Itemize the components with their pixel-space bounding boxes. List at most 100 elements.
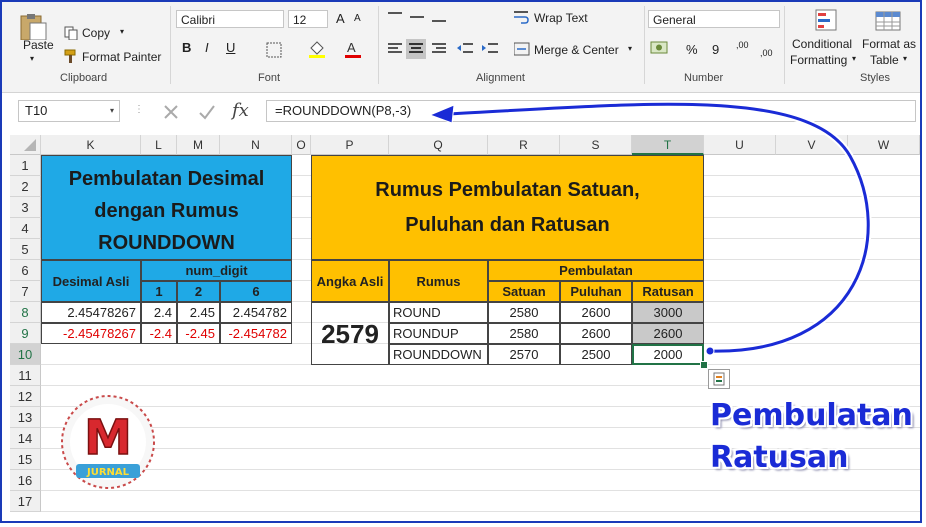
align-left-icon[interactable] (388, 42, 404, 59)
desimal-asli-header: Desimal Asli (41, 260, 141, 302)
merge-center-button[interactable]: Merge & Center (534, 43, 619, 57)
ribbon-separator (378, 6, 379, 84)
digit-header-6: 6 (220, 281, 292, 302)
name-box-dropdown-icon[interactable]: ▾ (110, 106, 114, 115)
column-header-p[interactable]: P (311, 135, 389, 155)
font-name-select[interactable]: Calibri (176, 10, 284, 28)
format-as-table-button-line2[interactable]: Table (870, 53, 899, 67)
insert-function-button[interactable]: fx (232, 100, 249, 121)
number-format-select[interactable]: General (648, 10, 780, 28)
table-cell[interactable]: -2.4 (141, 323, 177, 344)
paste-button[interactable]: Paste (23, 38, 54, 52)
select-all-corner[interactable] (10, 135, 41, 155)
row-header-13[interactable]: 13 (10, 407, 41, 428)
callout-line-1: Pembulatan (710, 398, 913, 433)
format-as-table-icon (874, 8, 904, 35)
conditional-formatting-button[interactable]: Conditional (792, 37, 852, 51)
align-top-icon[interactable] (388, 10, 448, 29)
table-cell[interactable]: 2.4 (141, 302, 177, 323)
align-right-icon[interactable] (432, 42, 448, 59)
svg-text:A: A (347, 40, 356, 55)
align-center-icon[interactable] (406, 39, 426, 59)
decrease-decimal-button[interactable]: ,00 (760, 48, 773, 58)
increase-decimal-button[interactable]: ,00 (736, 40, 749, 50)
column-header-k[interactable]: K (41, 135, 141, 155)
row-header-4[interactable]: 4 (10, 218, 41, 239)
copy-button[interactable]: Copy (82, 26, 110, 40)
copy-dropdown-icon[interactable]: ▾ (120, 27, 124, 36)
paste-icon[interactable] (16, 14, 50, 41)
ribbon-separator (644, 6, 645, 84)
num-digit-header: num_digit (141, 260, 292, 281)
conditional-formatting-button-line2[interactable]: Formatting (790, 53, 847, 67)
wrap-text-button[interactable]: Wrap Text (534, 11, 588, 25)
styles-group-label: Styles (860, 72, 890, 84)
left-title-line-3: ROUNDDOWN (98, 232, 235, 254)
row-header-6[interactable]: 6 (10, 260, 41, 281)
logo-text: JURNAL (86, 467, 130, 478)
borders-icon[interactable] (266, 42, 282, 61)
annotation-arrow-icon (428, 100, 872, 356)
accounting-format-icon[interactable] (650, 40, 674, 61)
formula-bar-grip-icon: ⋮ (134, 104, 144, 115)
underline-button[interactable]: U (226, 40, 235, 55)
shrink-font-button[interactable]: A (354, 13, 361, 24)
name-box[interactable]: T10 (18, 100, 120, 122)
column-header-o[interactable]: O (292, 135, 311, 155)
row-header-12[interactable]: 12 (10, 386, 41, 407)
row-header-1[interactable]: 1 (10, 155, 41, 176)
table-cell[interactable]: -2.45478267 (41, 323, 141, 344)
copy-icon (64, 26, 78, 43)
row-header-16[interactable]: 16 (10, 470, 41, 491)
cancel-icon[interactable] (162, 103, 180, 121)
row-header-2[interactable]: 2 (10, 176, 41, 197)
quick-analysis-icon[interactable] (708, 369, 730, 389)
decrease-indent-icon[interactable] (457, 42, 473, 59)
conditional-dropdown-icon[interactable]: ▾ (852, 54, 856, 63)
row-header-17[interactable]: 17 (10, 491, 41, 512)
row-header-11[interactable]: 11 (10, 365, 41, 386)
format-painter-button[interactable]: Format Painter (82, 50, 161, 64)
left-title-line-2: dengan Rumus (94, 200, 239, 222)
conditional-formatting-icon (814, 8, 840, 35)
bold-button[interactable]: B (182, 40, 191, 55)
row-header-15[interactable]: 15 (10, 449, 41, 470)
left-table-title: Pembulatan Desimal dengan Rumus ROUNDDOW… (41, 155, 292, 260)
italic-button[interactable]: I (205, 40, 209, 55)
fill-color-icon[interactable] (308, 40, 326, 61)
format-as-table-button[interactable]: Format as (862, 37, 916, 51)
angka-asli-value[interactable]: 2579 (311, 302, 389, 365)
font-size-select[interactable]: 12 (288, 10, 328, 28)
row-header-8[interactable]: 8 (10, 302, 41, 323)
enter-icon[interactable] (198, 103, 216, 121)
column-header-l[interactable]: L (141, 135, 177, 155)
alignment-group-label: Alignment (476, 72, 525, 84)
percent-style-button[interactable]: % (686, 42, 698, 57)
merge-dropdown-icon[interactable]: ▾ (628, 44, 632, 53)
table-cell[interactable]: -2.45 (177, 323, 220, 344)
format-table-dropdown-icon[interactable]: ▾ (903, 54, 907, 63)
row-header-10[interactable]: 10 (10, 344, 41, 365)
row-header-14[interactable]: 14 (10, 428, 41, 449)
increase-indent-icon[interactable] (482, 42, 498, 59)
row-header-9[interactable]: 9 (10, 323, 41, 344)
ribbon-separator (170, 6, 171, 84)
row-header-5[interactable]: 5 (10, 239, 41, 260)
row-header-3[interactable]: 3 (10, 197, 41, 218)
table-cell[interactable]: 2.45 (177, 302, 220, 323)
clipboard-group-label: Clipboard (60, 72, 108, 84)
grow-font-button[interactable]: A (336, 11, 345, 26)
digit-header-1: 1 (141, 281, 177, 302)
table-cell[interactable]: 2.454782 (220, 302, 292, 323)
table-cell[interactable]: 2.45478267 (41, 302, 141, 323)
jurnal-logo: M JURNAL (56, 392, 160, 492)
table-cell[interactable]: -2.454782 (220, 323, 292, 344)
row-header-7[interactable]: 7 (10, 281, 41, 302)
paste-dropdown-icon[interactable]: ▾ (30, 54, 34, 63)
font-color-icon[interactable]: A (344, 40, 362, 61)
column-header-n[interactable]: N (220, 135, 292, 155)
comma-style-button[interactable]: 9 (712, 42, 719, 57)
column-header-m[interactable]: M (177, 135, 220, 155)
merge-center-icon (513, 42, 530, 59)
ribbon-separator (784, 6, 785, 84)
